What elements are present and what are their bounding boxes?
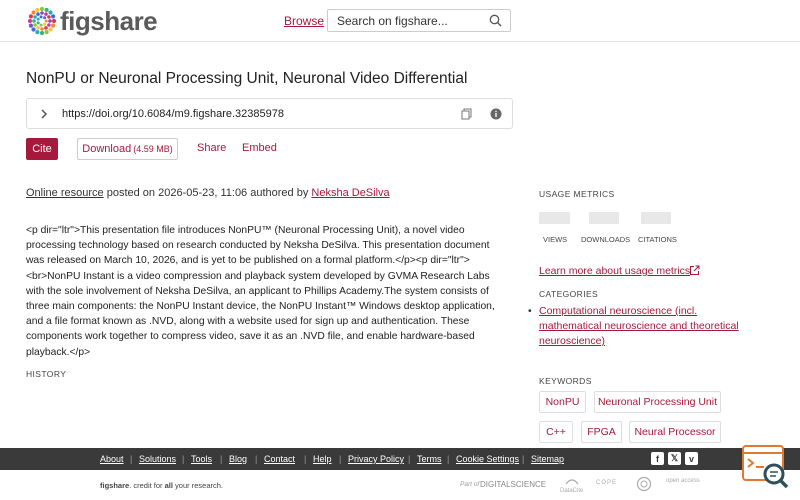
facebook-icon[interactable]: f [651,452,664,465]
credit-brand: figshare [100,481,130,490]
keyword-tag[interactable]: Neuronal Processing Unit [594,391,721,413]
downloads-label: DOWNLOADS [581,235,631,244]
doi-box: https://doi.org/10.6084/m9.figshare.3238… [26,98,513,129]
download-size: (4.59 MB) [133,144,173,154]
citations-label: CITATIONS [638,235,677,244]
cope-logo[interactable]: COPE [596,480,617,486]
site-header: figshare Browse [0,0,800,42]
info-icon[interactable] [490,108,502,120]
part-of-label: Part of [460,481,480,488]
footer-link-blog[interactable]: Blog [229,454,247,464]
chevron-right-icon[interactable] [39,108,49,120]
partner-seal-logo[interactable] [636,476,652,494]
footer-link-about[interactable]: About [100,454,124,464]
footer-link-terms[interactable]: Terms [417,454,442,464]
credit-all: all [164,481,173,490]
category-item: • Computational neuroscience (incl. math… [528,304,743,349]
posted-text: posted on 2026-05-23, 11:06 authored by [103,187,312,199]
downloads-metric-bar [589,212,619,224]
footer-separator: | [447,454,450,464]
footer-separator: | [255,454,258,464]
usage-metrics-link[interactable]: Learn more about usage metrics [539,265,690,277]
embed-link[interactable]: Embed [242,142,277,154]
item-meta: Online resource posted on 2026-05-23, 11… [26,187,390,199]
keyword-tag[interactable]: FPGA [581,421,622,443]
item-type-link[interactable]: Online resource [26,187,104,199]
open-access-text: open access [666,478,700,484]
download-button[interactable]: Download (4.59 MB) [77,138,178,160]
search-icon[interactable] [489,14,502,27]
keyword-tag[interactable]: NonPU [539,391,586,413]
footer-separator: | [182,454,185,464]
x-twitter-icon[interactable]: 𝕏 [668,452,681,465]
footer-link-cookies[interactable]: Cookie Settings [456,454,519,464]
browse-link[interactable]: Browse [284,14,324,28]
seal-icon [636,476,652,492]
external-link-icon[interactable] [689,265,700,276]
credit-text: . credit for [129,481,165,490]
share-link[interactable]: Share [197,142,226,154]
categories-heading: CATEGORIES [539,289,599,299]
views-label: VIEWS [543,235,568,244]
datacite-icon [565,479,579,485]
keyword-tag[interactable]: Neural Processor [629,421,721,443]
category-link[interactable]: Computational neuroscience (incl. mathem… [539,304,743,349]
footer-credit: figshare. credit for all your research. [100,481,223,490]
footer-bottom: figshare. credit for all your research. … [0,470,800,500]
footer-link-sitemap[interactable]: Sitemap [531,454,564,464]
item-description: <p dir="ltr">This presentation file intr… [26,225,495,358]
figshare-logo[interactable]: figshare [26,5,158,37]
digital-science-logo[interactable]: DIGITALSCIENCE [480,480,546,489]
footer-link-help[interactable]: Help [313,454,332,464]
footer-separator: | [339,454,342,464]
figshare-logo-icon [27,6,57,36]
footer-link-solutions[interactable]: Solutions [139,454,176,464]
usage-metrics-heading: USAGE METRICS [539,189,615,199]
footer-separator: | [304,454,307,464]
copy-icon[interactable] [461,108,472,120]
author-link[interactable]: Neksha DeSilva [311,187,389,199]
views-metric-bar [539,212,570,224]
vimeo-icon[interactable]: v [685,452,698,465]
credit-end: your research. [172,481,223,490]
footer-link-contact[interactable]: Contact [264,454,295,464]
open-access-logo[interactable]: open access [666,478,700,484]
doi-link[interactable]: https://doi.org/10.6084/m9.figshare.3238… [62,108,284,120]
site-footer: About | Solutions | Tools | Blog | Conta… [0,448,800,470]
footer-separator: | [522,454,525,464]
keyword-tag[interactable]: C++ [539,421,573,443]
datacite-logo[interactable]: DataCite [560,476,583,494]
terminal-search-icon [742,445,789,489]
logo-text: figshare [60,5,158,36]
help-assistant-widget[interactable] [742,445,790,489]
history-heading: HISTORY [26,369,67,379]
footer-link-tools[interactable]: Tools [191,454,212,464]
footer-separator: | [130,454,133,464]
download-label: Download [82,143,132,155]
page-title: NonPU or Neuronal Processing Unit, Neuro… [26,70,468,87]
bullet: • [528,305,532,317]
footer-link-privacy[interactable]: Privacy Policy [348,454,404,464]
keywords-heading: KEYWORDS [539,376,592,386]
search-box [327,9,511,32]
cite-button[interactable]: Cite [26,138,58,160]
footer-separator: | [220,454,223,464]
search-input[interactable] [328,10,478,31]
citations-metric-bar [641,212,671,224]
footer-separator: | [408,454,411,464]
